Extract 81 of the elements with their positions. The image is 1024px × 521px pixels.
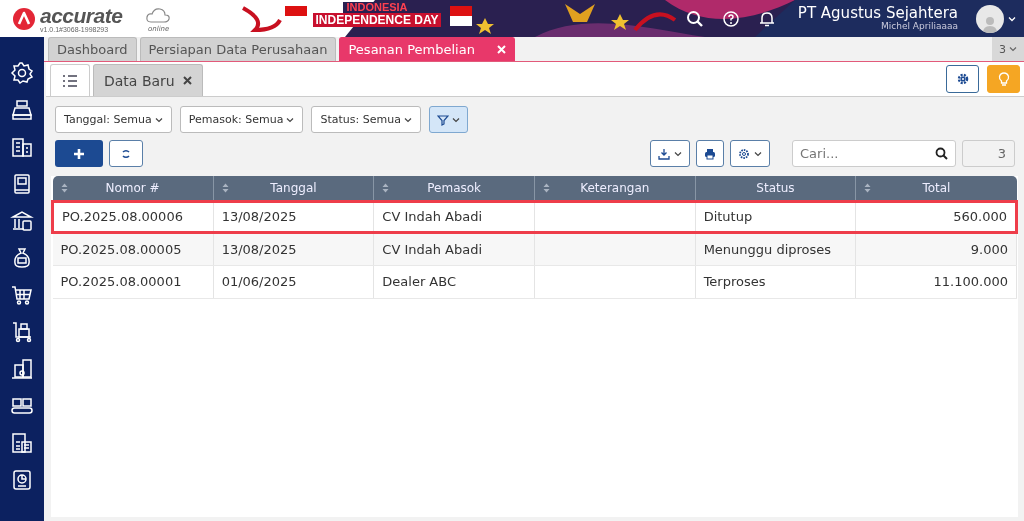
search-icon[interactable] bbox=[685, 9, 704, 28]
caret-icon bbox=[154, 115, 163, 124]
print-button[interactable] bbox=[696, 140, 724, 167]
table-cell: CV Indah Abadi bbox=[373, 201, 535, 232]
settings-dropdown[interactable] bbox=[730, 140, 770, 167]
sort-icon[interactable] bbox=[542, 182, 550, 193]
logo-icon bbox=[12, 6, 36, 31]
settings-icon bbox=[738, 147, 750, 160]
banner-text: INDONESIA bbox=[343, 2, 411, 13]
company-name: PT Agustus Sejahtera bbox=[797, 5, 958, 22]
table-cell: PO.2025.08.00006 bbox=[52, 201, 214, 232]
filter-dropdown[interactable]: Status: Semua bbox=[311, 106, 421, 133]
table-cell: Ditutup bbox=[695, 201, 856, 232]
table-cell: PO.2025.08.00001 bbox=[52, 265, 214, 298]
table-cell: CV Indah Abadi bbox=[373, 232, 535, 265]
tab[interactable]: Data Baru bbox=[93, 64, 203, 96]
table-cell: Terproses bbox=[695, 265, 856, 298]
logo-text: accurate bbox=[40, 4, 123, 26]
printer-icon bbox=[704, 147, 716, 160]
trolley-icon[interactable] bbox=[10, 320, 34, 344]
column-header[interactable]: Keterangan bbox=[534, 176, 696, 201]
tab[interactable]: Persiapan Data Perusahaan bbox=[139, 37, 337, 61]
column-header[interactable]: Total bbox=[855, 176, 1017, 201]
caret-icon bbox=[754, 149, 762, 158]
bank-icon[interactable] bbox=[10, 209, 34, 233]
tab-count-button[interactable]: 3 bbox=[992, 37, 1024, 61]
sort-icon[interactable] bbox=[60, 182, 68, 193]
table-cell: PO.2025.08.00005 bbox=[52, 232, 214, 265]
list-tab[interactable] bbox=[50, 64, 90, 96]
settings-icon bbox=[956, 73, 969, 85]
report-icon[interactable] bbox=[10, 468, 34, 492]
record-count-field: 3 bbox=[962, 140, 1015, 167]
caret-icon bbox=[286, 115, 295, 124]
refresh-icon bbox=[121, 148, 131, 159]
table-cell: 560.000 bbox=[855, 201, 1017, 232]
search-icon bbox=[935, 147, 948, 160]
download-icon bbox=[658, 147, 670, 160]
table-cell: 13/08/2025 bbox=[213, 232, 374, 265]
sort-icon[interactable] bbox=[864, 182, 872, 193]
banner-text: INDEPENDENCE DAY bbox=[312, 13, 442, 27]
column-header[interactable]: Tanggal bbox=[213, 176, 374, 201]
cloud-icon bbox=[145, 6, 171, 24]
close-icon[interactable] bbox=[182, 76, 192, 85]
caret-icon bbox=[403, 115, 412, 124]
tab[interactable]: Dashboard bbox=[48, 37, 137, 61]
building-icon[interactable] bbox=[10, 135, 34, 159]
user-name: Michel Apriliaaaa bbox=[881, 21, 958, 32]
table-cell: Menunggu diproses bbox=[695, 232, 856, 265]
table-cell: 13/08/2025 bbox=[213, 201, 374, 232]
table-cell: 9.000 bbox=[855, 232, 1017, 265]
bell-icon[interactable] bbox=[757, 9, 776, 28]
column-header[interactable]: Pemasok bbox=[373, 176, 535, 201]
caret-icon bbox=[674, 149, 682, 158]
sort-icon[interactable] bbox=[382, 182, 390, 193]
help-icon[interactable] bbox=[721, 9, 740, 28]
table-cell: 01/06/2025 bbox=[213, 265, 374, 298]
list-icon bbox=[62, 73, 78, 88]
caret-icon[interactable] bbox=[1008, 14, 1016, 23]
caret-icon bbox=[1009, 45, 1017, 53]
gear-icon[interactable] bbox=[10, 61, 34, 85]
add-button[interactable] bbox=[55, 140, 103, 167]
filter-button[interactable] bbox=[428, 106, 468, 133]
caret-icon bbox=[451, 115, 460, 124]
sort-icon[interactable] bbox=[221, 182, 229, 193]
table-cell: Dealer ABC bbox=[373, 265, 535, 298]
column-header[interactable]: Status bbox=[695, 176, 856, 201]
lightbulb-icon bbox=[997, 72, 1010, 86]
tab[interactable]: Pesanan Pembelian bbox=[339, 37, 515, 61]
cart-icon[interactable] bbox=[10, 283, 34, 307]
filter-dropdown[interactable]: Tanggal: Semua bbox=[55, 106, 172, 133]
download-button[interactable] bbox=[650, 140, 690, 167]
cash-register-icon[interactable] bbox=[10, 98, 34, 122]
filter-icon bbox=[436, 113, 449, 126]
refresh-button[interactable] bbox=[109, 140, 143, 167]
plus-icon bbox=[73, 147, 85, 160]
document-icon[interactable] bbox=[10, 431, 34, 455]
table-cell: 11.100.000 bbox=[855, 265, 1017, 298]
filter-dropdown[interactable]: Pemasok: Semua bbox=[179, 106, 304, 133]
settings-button[interactable] bbox=[946, 65, 979, 93]
search-field[interactable]: Cari... bbox=[792, 140, 956, 167]
column-header[interactable]: Nomor # bbox=[52, 176, 214, 201]
